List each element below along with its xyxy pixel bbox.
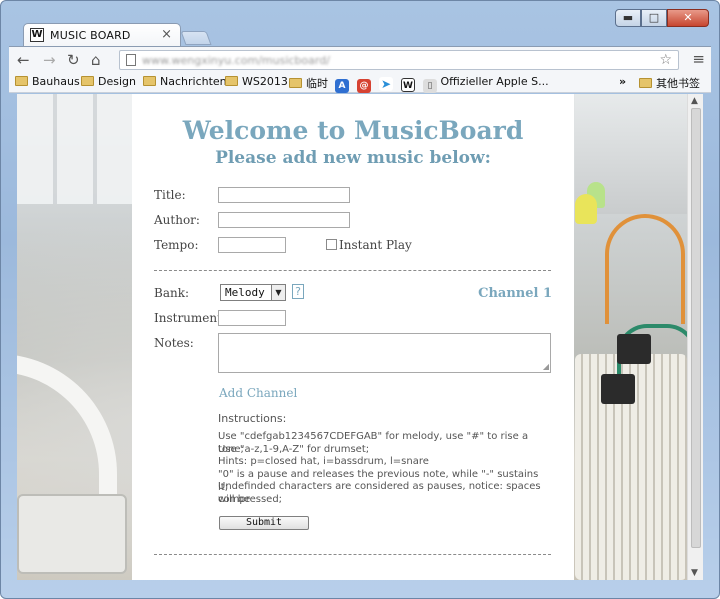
channel-title: Channel 1	[478, 286, 552, 301]
tempo-label: Tempo:	[154, 238, 199, 252]
title-label: Title:	[154, 188, 186, 202]
scrollbar-thumb[interactable]	[691, 108, 701, 548]
instrument-input[interactable]	[218, 310, 286, 326]
browser-window: W MUSIC BOARD × ▬ □ ✕ ← → ↻ ⌂ www.wengxi…	[0, 0, 720, 599]
address-bar[interactable]: www.wengxinyu.com/musicboard/ ☆	[119, 50, 679, 70]
help-link[interactable]: ?	[292, 284, 304, 299]
forward-arrow-icon[interactable]: →	[43, 51, 56, 69]
add-channel-link[interactable]: Add Channel	[219, 386, 297, 400]
bookmark-bird[interactable]: ➤	[379, 75, 393, 91]
tab-close-icon[interactable]: ×	[161, 27, 172, 42]
notes-label: Notes:	[154, 336, 194, 350]
close-window-button[interactable]: ✕	[667, 9, 709, 27]
chrome-menu-icon[interactable]: ≡	[692, 50, 705, 68]
window-controls: ▬ □ ✕	[615, 9, 709, 27]
title-input[interactable]	[218, 187, 350, 203]
author-label: Author:	[154, 213, 200, 227]
background-push-button	[601, 374, 635, 404]
background-yellow-led	[575, 194, 597, 224]
bank-selected-value: Melody	[225, 286, 265, 299]
page-subtitle: Please add new music below:	[215, 148, 491, 168]
bookmark-design[interactable]: Design	[81, 75, 136, 90]
bookmark-bauhaus[interactable]: Bauhaus	[15, 75, 80, 90]
bird-icon: ➤	[379, 77, 393, 91]
minimize-button[interactable]: ▬	[615, 9, 641, 27]
author-input[interactable]	[218, 212, 350, 228]
reload-icon[interactable]: ↻	[67, 51, 80, 69]
url-text[interactable]: www.wengxinyu.com/musicboard/	[142, 54, 330, 67]
bookmarks-bar: Bauhaus Design Nachrichten WS2013 临时 A @…	[9, 72, 711, 93]
bookmark-linshi[interactable]: 临时	[289, 75, 328, 90]
vertical-scrollbar[interactable]: ▲ ▼	[687, 94, 703, 580]
bookmark-swirl[interactable]: @	[357, 75, 371, 93]
notes-textarea[interactable]: ◢	[218, 333, 551, 373]
tab-title: MUSIC BOARD	[50, 29, 131, 42]
home-icon[interactable]: ⌂	[91, 51, 101, 69]
background-keyboard	[17, 94, 137, 204]
instruction-line: Hints: p=closed hat, i=bassdrum, l=snare	[218, 456, 429, 467]
bookmark-star-icon[interactable]: ☆	[659, 52, 672, 68]
folder-icon	[143, 76, 156, 86]
w-icon: W	[401, 78, 415, 92]
music-form-panel: Welcome to MusicBoard Please add new mus…	[132, 94, 574, 580]
instruction-line: compressed;	[218, 494, 283, 505]
favicon-w-icon: W	[30, 28, 44, 42]
folder-icon	[225, 76, 238, 86]
instant-play-checkbox[interactable]	[326, 239, 337, 250]
title-bar: W MUSIC BOARD × ▬ □ ✕	[1, 1, 719, 47]
overflow-chevron-icon[interactable]: »	[619, 75, 626, 90]
swirl-icon: @	[357, 79, 371, 93]
scroll-down-arrow-icon[interactable]: ▼	[691, 568, 698, 578]
submit-button[interactable]: Submit	[219, 516, 309, 530]
bookmark-app-store[interactable]: A	[335, 75, 349, 93]
instrument-label: Instrument:	[154, 311, 226, 325]
resize-grip-icon[interactable]: ◢	[543, 362, 549, 371]
tempo-input[interactable]	[218, 237, 286, 253]
scroll-up-arrow-icon[interactable]: ▲	[691, 96, 698, 106]
folder-icon	[81, 76, 94, 86]
bank-select[interactable]: Melody ▼	[220, 284, 286, 301]
bank-label: Bank:	[154, 286, 190, 300]
section-divider	[154, 270, 551, 271]
apple-page-icon: ▯	[423, 79, 437, 93]
background-push-button	[617, 334, 651, 364]
maximize-button[interactable]: □	[641, 9, 667, 27]
instruction-line: Use "a-z,1-9,A-Z" for drumset;	[218, 444, 370, 455]
background-plug	[17, 494, 127, 574]
section-divider	[154, 554, 551, 555]
folder-icon	[15, 76, 28, 86]
back-arrow-icon[interactable]: ←	[17, 51, 30, 69]
background-orange-wire	[605, 214, 685, 324]
bookmark-other[interactable]: 其他书签	[639, 75, 700, 90]
folder-icon	[639, 78, 652, 88]
page-title: Welcome to MusicBoard	[182, 116, 524, 145]
bookmark-apple[interactable]: ▯ Offizieller Apple S...	[423, 75, 549, 93]
page-icon	[126, 54, 136, 66]
chevron-down-icon[interactable]: ▼	[271, 285, 285, 300]
new-tab-button[interactable]	[180, 31, 212, 45]
folder-icon	[289, 78, 302, 88]
instructions-title: Instructions:	[218, 412, 287, 425]
app-store-icon: A	[335, 79, 349, 93]
bookmark-ws2013[interactable]: WS2013	[225, 75, 288, 90]
tab-music-board[interactable]: W MUSIC BOARD ×	[23, 23, 181, 47]
bookmark-nachrichten[interactable]: Nachrichten	[143, 75, 227, 90]
instant-play-label: Instant Play	[339, 238, 412, 252]
bookmark-w[interactable]: W	[401, 75, 415, 92]
browser-toolbar: ← → ↻ ⌂ www.wengxinyu.com/musicboard/ ☆ …	[9, 46, 711, 72]
